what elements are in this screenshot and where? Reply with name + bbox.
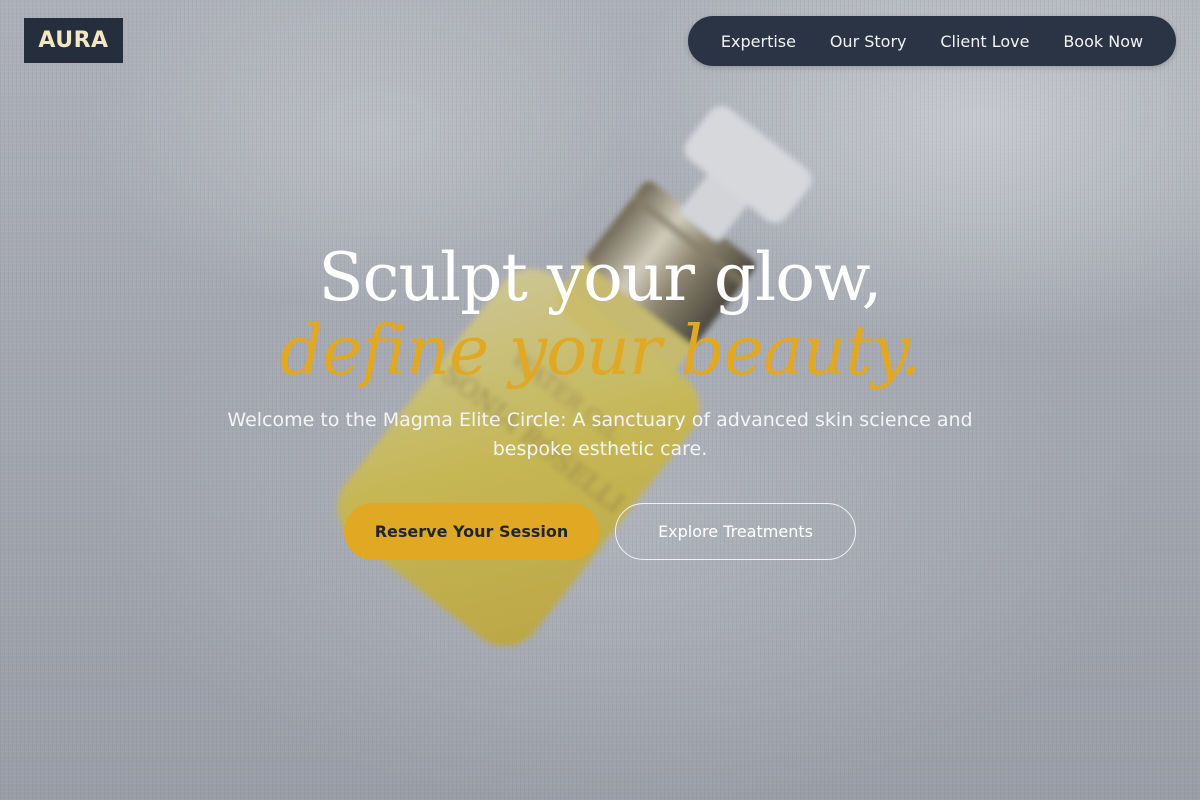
hero-subtitle: Welcome to the Magma Elite Circle: A san… bbox=[227, 409, 973, 460]
explore-treatments-button[interactable]: Explore Treatments bbox=[615, 503, 856, 560]
main-nav: Expertise Our Story Client Love Book Now bbox=[688, 16, 1176, 66]
hero-headline-accent: define your beauty. bbox=[279, 312, 921, 391]
nav-link-expertise[interactable]: Expertise bbox=[721, 32, 796, 51]
hero-overlay bbox=[0, 0, 1200, 800]
nav-link-book-now[interactable]: Book Now bbox=[1063, 32, 1143, 51]
nav-link-client-love[interactable]: Client Love bbox=[940, 32, 1029, 51]
reserve-session-button[interactable]: Reserve Your Session bbox=[344, 503, 599, 560]
hero-section: WATER OIL SONIA ROSELLI AURA Expertise O… bbox=[0, 0, 1200, 800]
brand-logo[interactable]: AURA bbox=[24, 18, 123, 63]
nav-link-our-story[interactable]: Our Story bbox=[830, 32, 907, 51]
hero-headline: Sculpt your glow, bbox=[318, 239, 882, 316]
